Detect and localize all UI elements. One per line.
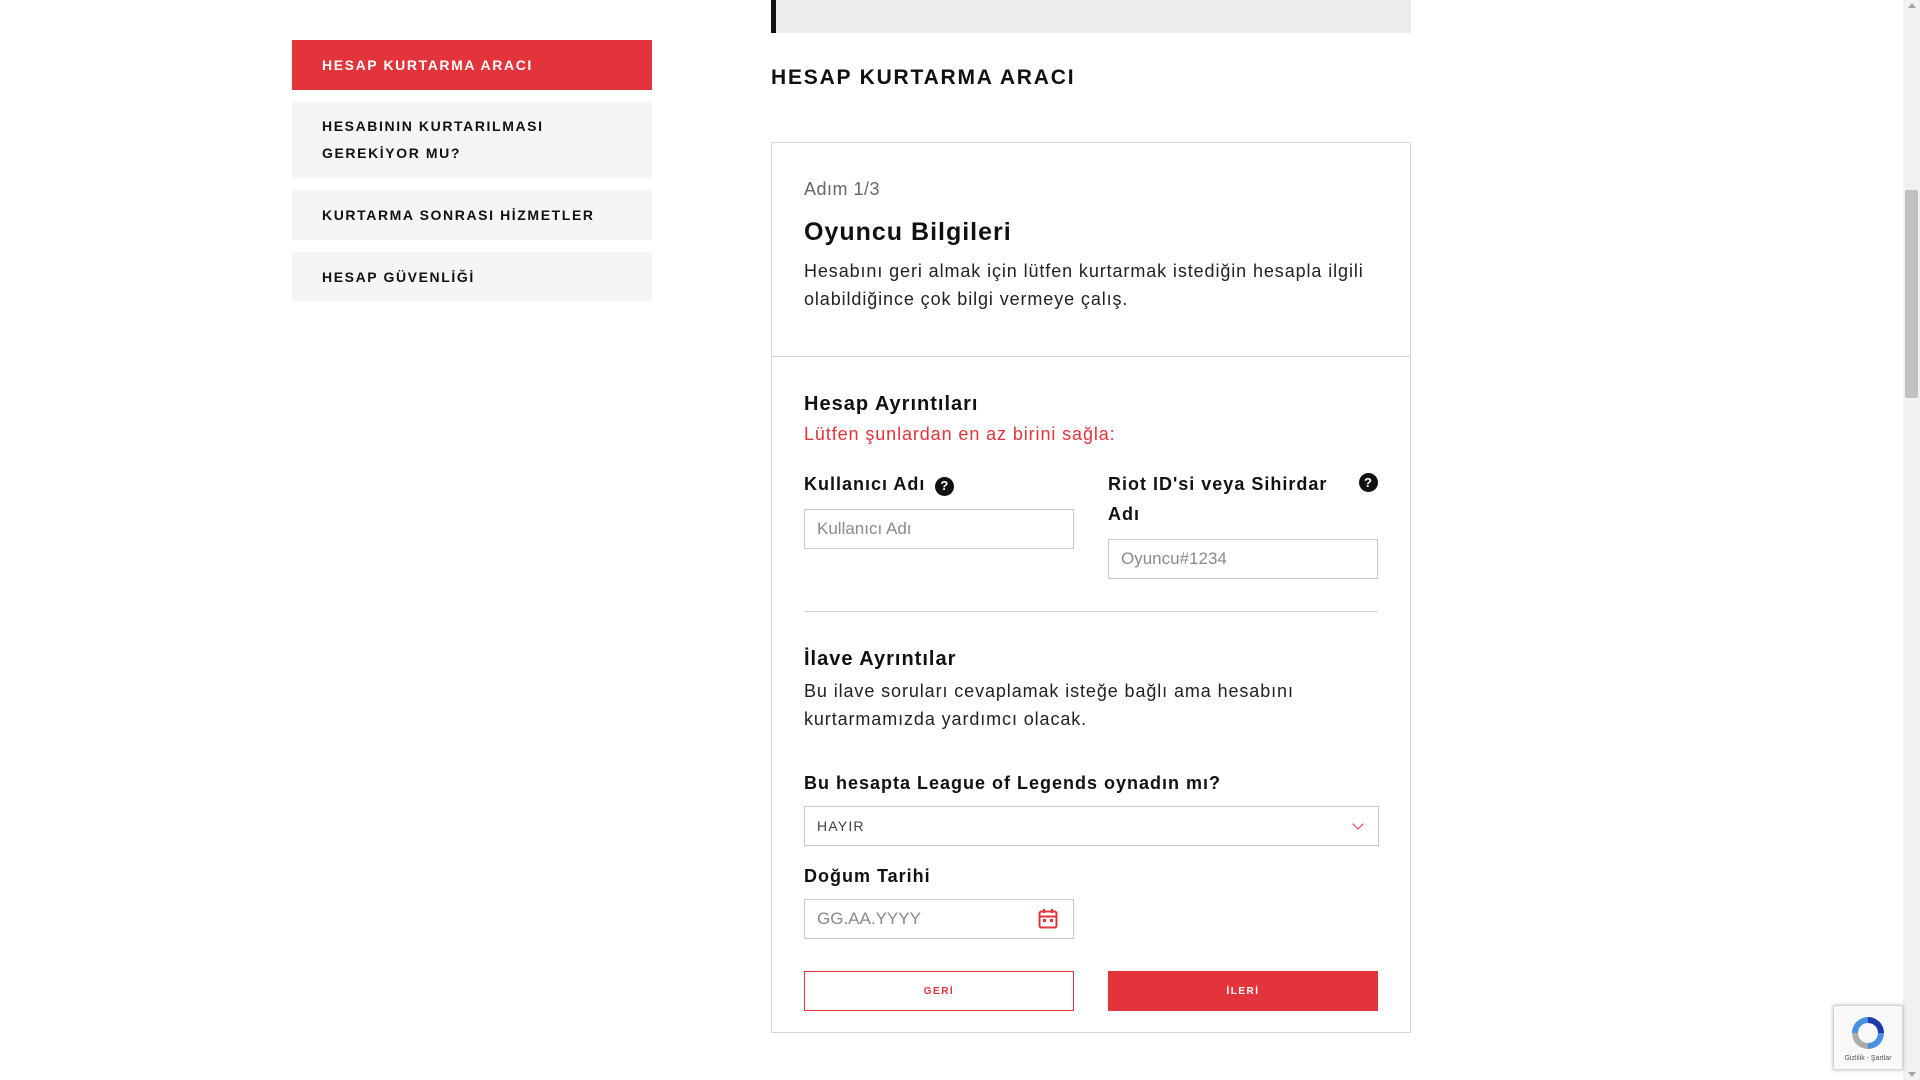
sidebar-item-post-recovery[interactable]: KURTARMA SONRASI HİZMETLER — [292, 190, 652, 240]
riot-id-label: Riot ID'si veya Sihirdar Adı — [1108, 474, 1328, 524]
sidebar-item-need-recovery[interactable]: HESABININ KURTARILMASI GEREKİYOR MU? — [292, 102, 652, 178]
form-body: Hesap Ayrıntıları Lütfen şunlardan en az… — [772, 357, 1410, 1011]
account-details-heading: Hesap Ayrıntıları — [804, 393, 979, 415]
username-input[interactable] — [804, 509, 1074, 549]
top-banner-bar — [771, 0, 1411, 33]
help-icon[interactable]: ? — [1359, 473, 1378, 492]
sidebar-item-label: HESAP KURTARMA ARACI — [322, 56, 533, 73]
sidebar-item-label: HESAP GÜVENLİĞİ — [322, 268, 475, 285]
riot-id-input[interactable] — [1108, 539, 1378, 579]
sidebar-item-label: HESABININ KURTARILMASI GEREKİYOR MU? — [322, 118, 544, 161]
page-scrollbar[interactable] — [1903, 0, 1920, 1080]
recovery-form-card: Adım 1/3 Oyuncu Bilgileri Hesabını geri … — [771, 142, 1411, 1033]
username-field-group: Kullanıcı Adı? — [804, 469, 1074, 579]
scroll-up-arrow-icon[interactable] — [1908, 3, 1916, 8]
sidebar-item-label: KURTARMA SONRASI HİZMETLER — [322, 206, 595, 223]
chevron-down-icon — [1352, 818, 1364, 830]
username-label-row: Kullanıcı Adı? — [804, 469, 1074, 499]
form-buttons: GERİ İLERİ — [804, 971, 1378, 1011]
account-fields-row: Kullanıcı Adı? Riot ID'si veya Sihirdar … — [804, 469, 1378, 579]
extra-details-heading: İlave Ayrıntılar — [804, 648, 957, 670]
dob-input[interactable] — [804, 899, 1074, 939]
recaptcha-links[interactable]: Gizlilik - Şartlar — [1844, 1055, 1891, 1062]
lol-question-label: Bu hesapta League of Legends oynadın mı? — [804, 773, 1222, 793]
riot-id-label-row: Riot ID'si veya Sihirdar Adı ? — [1108, 469, 1378, 529]
scroll-down-arrow-icon[interactable] — [1908, 1072, 1916, 1077]
extra-details-section: İlave Ayrıntılar Bu ilave soruları cevap… — [804, 648, 1379, 1011]
page-title: HESAP KURTARMA ARACI — [771, 66, 1076, 89]
back-button[interactable]: GERİ — [804, 971, 1074, 1011]
form-heading: Oyuncu Bilgileri — [804, 218, 1012, 246]
scrollbar-thumb[interactable] — [1905, 190, 1918, 398]
recaptcha-badge[interactable]: Gizlilik - Şartlar — [1833, 1005, 1903, 1070]
dob-label: Doğum Tarihi — [804, 866, 931, 886]
sidebar-item-account-security[interactable]: HESAP GÜVENLİĞİ — [292, 252, 652, 302]
riot-id-field-group: Riot ID'si veya Sihirdar Adı ? — [1108, 469, 1378, 579]
next-button[interactable]: İLERİ — [1108, 971, 1378, 1011]
sidebar-nav: HESAP KURTARMA ARACI HESABININ KURTARILM… — [292, 40, 652, 314]
step-indicator: Adım 1/3 — [804, 179, 881, 199]
calendar-icon[interactable] — [1038, 908, 1058, 929]
form-header: Adım 1/3 Oyuncu Bilgileri Hesabını geri … — [772, 143, 1410, 357]
recaptcha-logo-icon — [1852, 1017, 1884, 1049]
section-divider — [804, 611, 1378, 612]
help-icon[interactable]: ? — [935, 476, 955, 496]
form-description: Hesabını geri almak için lütfen kurtarma… — [804, 261, 1364, 309]
sidebar-item-recovery-tool[interactable]: HESAP KURTARMA ARACI — [292, 40, 652, 90]
dob-field-group — [804, 899, 1074, 939]
requirement-notice: Lütfen şunlardan en az birini sağla: — [804, 424, 1116, 444]
username-label: Kullanıcı Adı? — [804, 469, 955, 499]
lol-played-value: HAYIR — [817, 818, 865, 834]
lol-played-select[interactable]: HAYIR — [804, 806, 1379, 846]
extra-details-description: Bu ilave soruları cevaplamak isteğe bağl… — [804, 681, 1294, 729]
